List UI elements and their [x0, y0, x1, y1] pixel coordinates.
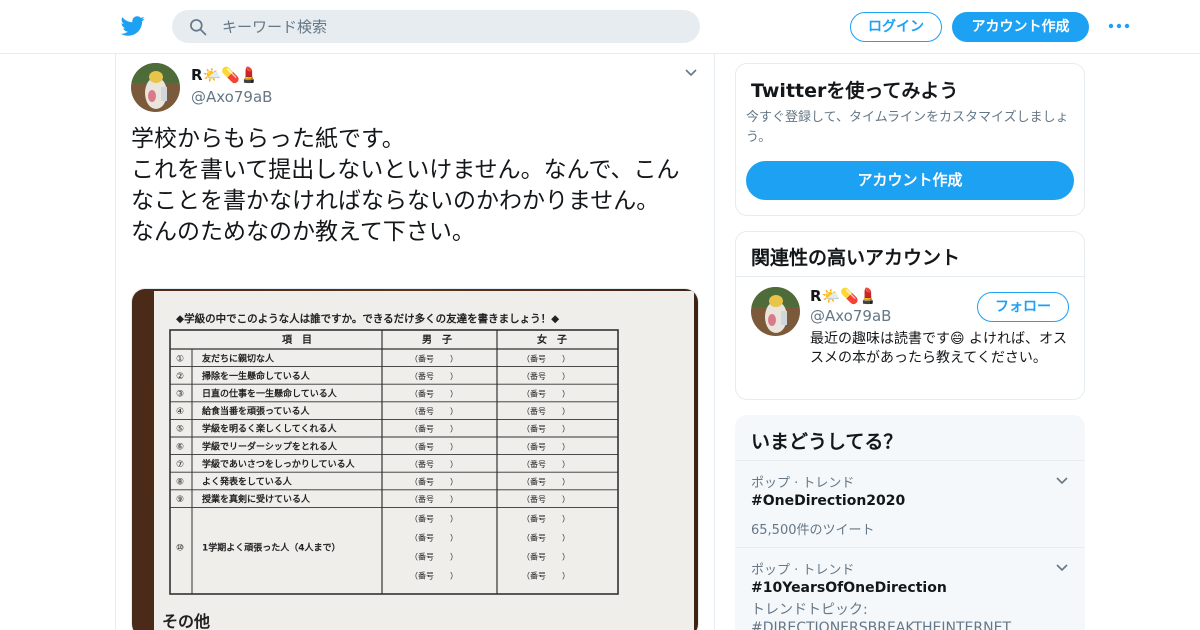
worksheet-girls-number: （番号 ） — [522, 353, 570, 363]
col-boys-label: 男 子 — [422, 334, 452, 346]
trend-item[interactable]: ポップ · トレンド #OneDirection2020 65,500件のツイー… — [736, 461, 1084, 548]
signup-card-desc: 今すぐ登録して、タイムラインをカスタマイズしましょう。 — [746, 110, 1069, 145]
worksheet-row-item: よく発表をしている人 — [202, 476, 293, 488]
related-name-text[interactable]: R — [810, 287, 822, 305]
signup-button[interactable]: アカウント作成 — [952, 12, 1089, 42]
worksheet-row-item: 掃除を一生懸命している人 — [202, 370, 311, 382]
chevron-down-icon[interactable] — [1055, 474, 1069, 488]
trends-header: いまどうしてる？ — [736, 416, 1084, 461]
worksheet-boys-number: （番号 ） — [410, 459, 458, 469]
avatar[interactable] — [751, 287, 800, 336]
worksheet-row-item: 日直の仕事を一生懸命している人 — [202, 388, 338, 400]
worksheet-boys-number: （番号 ） — [410, 570, 458, 580]
tweet-media-photo[interactable]: ◆学級の中でこのような人は誰ですか。できるだけ多くの友達を書きましょう！◆ 項 … — [131, 288, 699, 630]
trend-name[interactable]: #OneDirection2020 — [751, 493, 905, 509]
worksheet-boys-number: （番号 ） — [410, 424, 458, 434]
trends-card: いまどうしてる？ ポップ · トレンド #OneDirection2020 65… — [735, 415, 1085, 630]
worksheet-girls-number: （番号 ） — [522, 389, 570, 399]
worksheet-row-number: ④ — [176, 407, 184, 417]
related-name-emojis: 🌤️💊💄 — [821, 287, 878, 305]
trend-name[interactable]: #10YearsOfOneDirection — [751, 580, 947, 596]
worksheet-girls-number: （番号 ） — [522, 532, 570, 542]
tweet-text: 学校からもらった紙です。 これを書いて提出しないといけません。なんで、こんなこと… — [131, 126, 680, 245]
search-icon — [190, 19, 207, 36]
worksheet-row-number: ⑤ — [176, 425, 184, 435]
trend-count: 65,500件のツイート — [751, 523, 875, 538]
display-name[interactable]: R🌤️💊💄 — [191, 66, 259, 84]
worksheet-row-item: 学級でリーダーシップをとれる人 — [202, 440, 338, 452]
col-item-label: 項 目 — [282, 334, 312, 346]
follow-button[interactable]: フォロー — [977, 292, 1069, 322]
trend-subtopic-label: トレンドトピック: — [751, 602, 868, 618]
related-handle[interactable]: @Axo79aB — [810, 307, 891, 325]
worksheet-girls-number: （番号 ） — [522, 494, 570, 504]
related-display-name[interactable]: R🌤️💊💄 — [810, 287, 878, 305]
worksheet-boys-number: （番号 ） — [410, 477, 458, 487]
worksheet-title: ◆学級の中でこのような人は誰ですか。できるだけ多くの友達を書きましょう！◆ — [176, 312, 560, 325]
signup-card-title: Twitterを使ってみよう — [751, 80, 959, 102]
display-name-text[interactable]: R — [191, 66, 203, 84]
worksheet-row-item: 学級を明るく楽しくしてくれる人 — [202, 423, 337, 435]
worksheet-boys-number: （番号 ） — [410, 494, 458, 504]
trends-title: いまどうしてる？ — [751, 431, 903, 453]
worksheet-photo: ◆学級の中でこのような人は誰ですか。できるだけ多くの友達を書きましょう！◆ 項 … — [132, 289, 698, 630]
worksheet-girls-number: （番号 ） — [522, 371, 570, 381]
avatar-image — [131, 63, 180, 112]
worksheet-girls-number: （番号 ） — [522, 441, 570, 451]
trend-subtopic-value[interactable]: #DIRECTIONERSBREAKTHEINTERNET — [751, 619, 1071, 630]
worksheet-row-number: ⑩ — [176, 543, 184, 553]
worksheet-footer: その他 — [162, 612, 210, 630]
worksheet-boys-number: （番号 ） — [410, 441, 458, 451]
related-card-title: 関連性の高いアカウント — [751, 247, 961, 269]
search-box[interactable] — [172, 10, 700, 43]
display-name-emojis: 🌤️💊💄 — [202, 66, 259, 84]
worksheet-girls-number: （番号 ） — [522, 406, 570, 416]
worksheet-boys-number: （番号 ） — [410, 371, 458, 381]
worksheet-row-item: 給食当番を頑張っている人 — [202, 405, 311, 417]
worksheet-girls-number: （番号 ） — [522, 570, 570, 580]
worksheet-boys-number: （番号 ） — [410, 389, 458, 399]
trend-context: ポップ · トレンド — [751, 563, 855, 578]
top-bar: ログイン アカウント作成 — [0, 0, 1200, 54]
user-handle[interactable]: @Axo79aB — [191, 88, 272, 106]
trend-context: ポップ · トレンド — [751, 476, 855, 491]
worksheet-row-item: 学級であいさつをしっかりしている人 — [202, 458, 356, 470]
login-button[interactable]: ログイン — [850, 12, 942, 42]
worksheet-row-number: ⑧ — [176, 478, 184, 488]
worksheet-row-number: ⑦ — [176, 460, 184, 470]
twitter-bird-icon[interactable] — [120, 14, 146, 38]
col-girls-label: 女 子 — [537, 333, 567, 346]
worksheet-row-number: ③ — [176, 390, 184, 400]
worksheet-row-number: ⑥ — [176, 442, 184, 452]
related-bio: 最近の趣味は読書です😄 よければ、オススメの本があったら教えてください。 — [810, 331, 1068, 366]
related-accounts-card: 関連性の高いアカウント R🌤️💊💄 @Axo79aB フォロー 最近の趣味は読書… — [735, 231, 1085, 400]
worksheet-boys-number: （番号 ） — [410, 513, 458, 523]
signup-card: Twitterを使ってみよう 今すぐ登録して、タイムラインをカスタマイズしましょ… — [735, 63, 1085, 216]
worksheet-boys-number: （番号 ） — [410, 353, 458, 363]
worksheet-row-number: ⑨ — [176, 495, 184, 505]
chevron-down-icon[interactable] — [684, 66, 698, 80]
search-input[interactable] — [222, 10, 682, 43]
worksheet-boys-number: （番号 ） — [410, 406, 458, 416]
create-account-button[interactable]: アカウント作成 — [746, 161, 1074, 200]
worksheet-row-item: 1学期よく頑張った人（4人まで） — [202, 541, 341, 553]
worksheet-row-number: ① — [176, 354, 184, 364]
worksheet-girls-number: （番号 ） — [522, 459, 570, 469]
worksheet-girls-number: （番号 ） — [522, 513, 570, 523]
worksheet-girls-number: （番号 ） — [522, 551, 570, 561]
more-icon[interactable] — [1107, 16, 1131, 36]
worksheet-row-item: 授業を真剣に受けている人 — [202, 493, 311, 505]
worksheet-girls-number: （番号 ） — [522, 477, 570, 487]
avatar-image — [751, 287, 800, 336]
worksheet-girls-number: （番号 ） — [522, 424, 570, 434]
worksheet-row-number: ② — [176, 372, 184, 382]
divider — [736, 276, 1084, 277]
worksheet-row-item: 友だちに親切な人 — [202, 352, 275, 364]
tweet-column: R🌤️💊💄 @Axo79aB 学校からもらった紙です。 これを書いて提出しないと… — [115, 54, 715, 630]
worksheet-boys-number: （番号 ） — [410, 532, 458, 542]
trend-item[interactable]: ポップ · トレンド #10YearsOfOneDirection トレンドトピ… — [736, 548, 1084, 630]
chevron-down-icon[interactable] — [1055, 561, 1069, 575]
worksheet-boys-number: （番号 ） — [410, 551, 458, 561]
avatar[interactable] — [131, 63, 180, 112]
